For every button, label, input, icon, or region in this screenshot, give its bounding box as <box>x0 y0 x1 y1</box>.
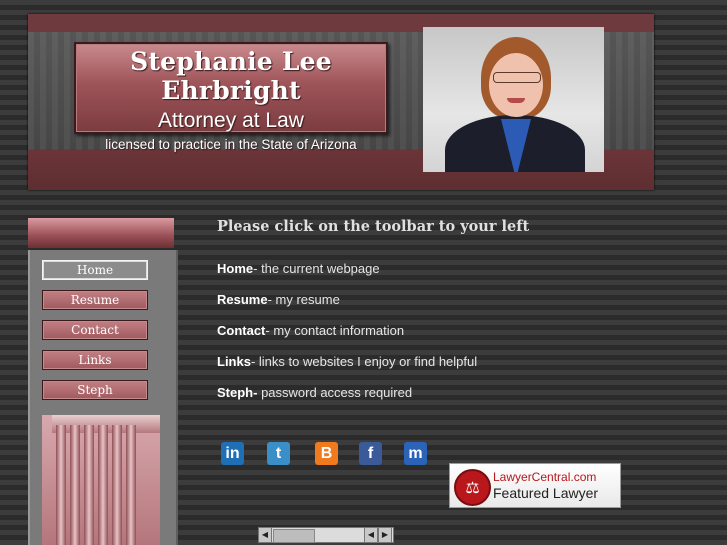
attorney-name: Stephanie Lee Ehrbright <box>130 47 332 105</box>
lawyercentral-badge[interactable]: ⚖ LawyerCentral.com Featured Lawyer <box>449 463 621 508</box>
twitter-icon[interactable]: t <box>267 442 290 465</box>
list-item: Links- links to websites I enjoy or find… <box>217 354 477 369</box>
item-term: Home <box>217 261 254 276</box>
list-item: Home- the current webpage <box>217 261 380 276</box>
linkedin-icon[interactable]: in <box>221 442 244 465</box>
title-plaque: Stephanie Lee Ehrbright Attorney at Law … <box>74 42 388 152</box>
page-heading: Please click on the toolbar to your left <box>217 218 530 235</box>
courthouse-column-image <box>42 415 160 545</box>
item-term: Contact <box>217 323 266 338</box>
item-desc: password access required <box>257 385 413 400</box>
item-term: Resume <box>217 292 268 307</box>
list-item: Resume- my resume <box>217 292 340 307</box>
item-desc: - my contact information <box>265 323 405 338</box>
nav-home-button[interactable]: Home <box>42 260 148 280</box>
list-item: Steph- password access required <box>217 385 412 400</box>
nav-steph-button[interactable]: Steph <box>42 380 148 400</box>
list-item: Contact- my contact information <box>217 323 404 338</box>
item-term: Steph- <box>217 385 258 400</box>
license-note: licensed to practice in the State of Ari… <box>105 137 357 152</box>
attorney-role: Attorney at Law <box>158 109 304 132</box>
badge-site: LawyerCentral.com <box>493 470 597 484</box>
blogger-icon[interactable]: B <box>315 442 338 465</box>
main-content: Please click on the toolbar to your left… <box>217 218 530 400</box>
scroll-left-icon[interactable]: ◀ <box>364 528 378 542</box>
nav-resume-button[interactable]: Resume <box>42 290 148 310</box>
site-header: Stephanie Lee Ehrbright Attorney at Law … <box>28 14 654 190</box>
scroll-right-icon[interactable]: ▶ <box>378 528 392 542</box>
facebook-icon[interactable]: f <box>359 442 382 465</box>
item-term: Links <box>217 354 251 369</box>
sidebar-cap <box>28 218 174 248</box>
item-desc: - links to websites I enjoy or find help… <box>250 354 478 369</box>
nav-links-button[interactable]: Links <box>42 350 148 370</box>
item-desc: - the current webpage <box>253 261 380 276</box>
nav-contact-button[interactable]: Contact <box>42 320 148 340</box>
scroll-thumb[interactable] <box>273 529 315 543</box>
item-desc: - my resume <box>267 292 340 307</box>
scales-of-justice-icon: ⚖ <box>454 469 491 506</box>
badge-title: Featured Lawyer <box>493 485 599 501</box>
sidebar-nav: Home Resume Contact Links Steph <box>28 250 178 545</box>
horizontal-scrollbar[interactable]: ◀ ◀ ▶ <box>258 527 394 543</box>
attorney-portrait <box>423 27 604 172</box>
scroll-left-icon[interactable]: ◀ <box>259 528 272 542</box>
myspace-icon[interactable]: m <box>404 442 427 465</box>
